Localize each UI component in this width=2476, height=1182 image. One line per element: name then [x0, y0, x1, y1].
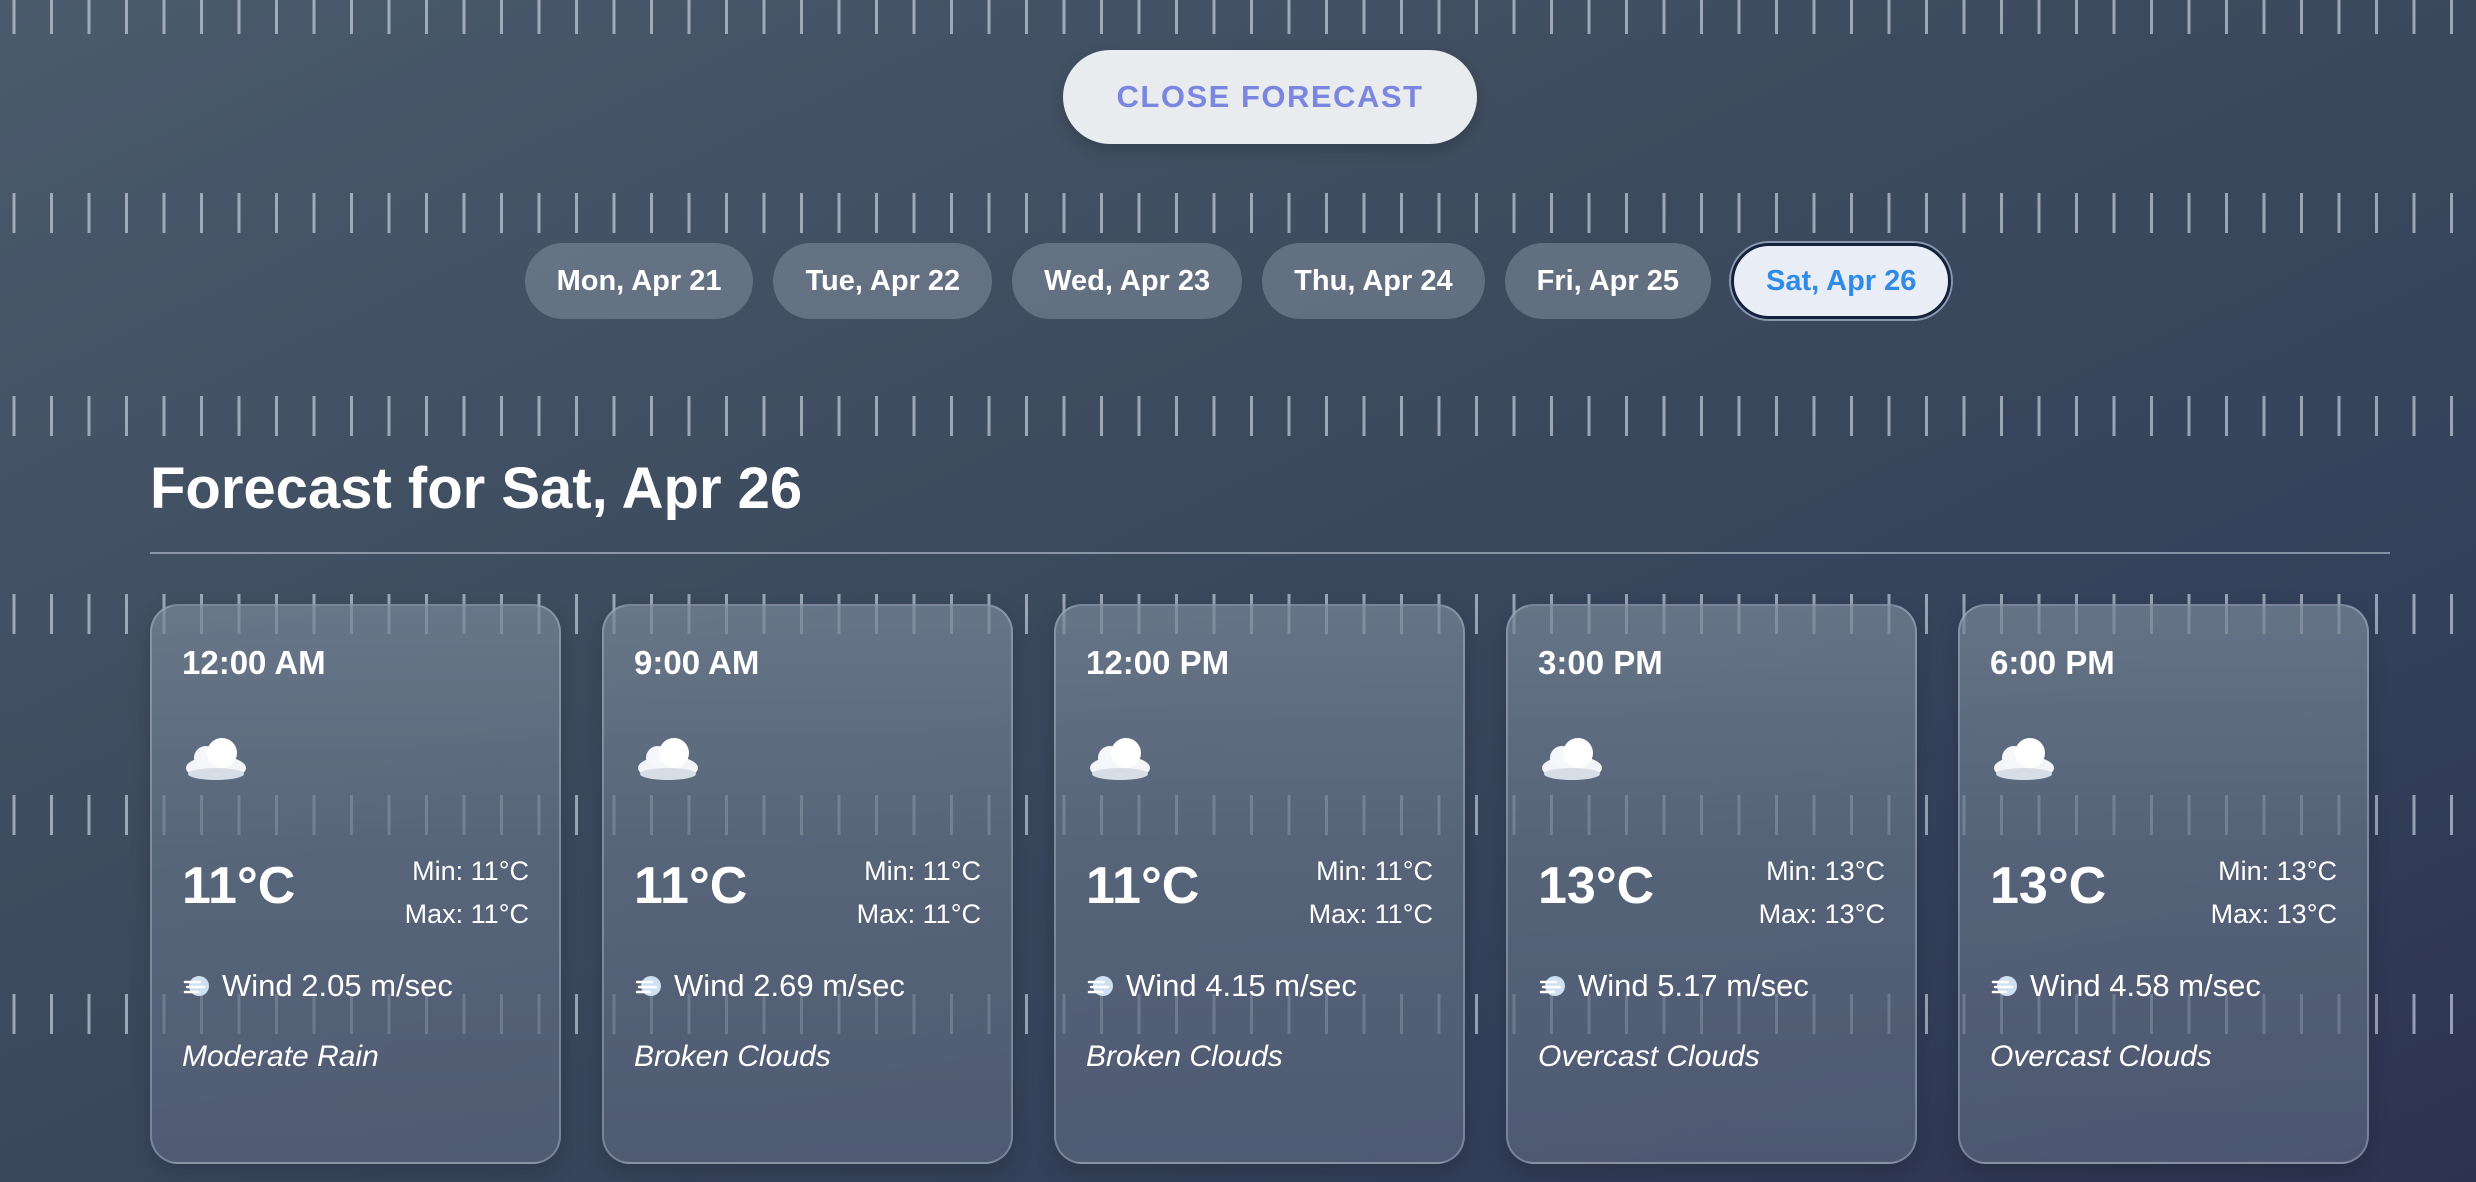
wind-icon	[1087, 976, 1113, 996]
forecast-description: Broken Clouds	[1086, 1040, 1283, 1073]
forecast-wind: Wind 2.69 m/sec	[634, 968, 905, 1004]
close-forecast-button[interactable]: CLOSE FORECAST	[1063, 50, 1477, 144]
wind-icon	[183, 976, 209, 996]
forecast-min-max: Min: 11°C Max: 11°C	[857, 850, 981, 936]
forecast-card: 12:00 PM 11°C Min: 11°C Max: 11°C Wind 4…	[1054, 604, 1465, 1164]
forecast-description: Broken Clouds	[634, 1040, 831, 1073]
forecast-time: 9:00 AM	[634, 644, 760, 681]
forecast-description: Overcast Clouds	[1538, 1040, 1760, 1073]
forecast-time: 12:00 PM	[1086, 644, 1230, 681]
forecast-temperature: 11°C	[182, 857, 296, 915]
forecast-min: Min: 13°C	[2218, 856, 2337, 886]
forecast-wind-text: Wind 2.69 m/sec	[674, 968, 905, 1003]
forecast-temperature: 11°C	[1086, 857, 1200, 915]
forecast-wind-text: Wind 5.17 m/sec	[1578, 968, 1809, 1003]
forecast-max: Max: 13°C	[2210, 899, 2337, 929]
forecast-min-max: Min: 11°C Max: 11°C	[405, 850, 529, 936]
forecast-wind: Wind 4.15 m/sec	[1086, 968, 1357, 1004]
cloud-icon	[638, 738, 698, 780]
forecast-max: Max: 11°C	[1308, 899, 1433, 929]
forecast-wind: Wind 5.17 m/sec	[1538, 968, 1809, 1004]
forecast-card: 12:00 AM 11°C Min: 11°C Max: 11°C Wind 2…	[150, 604, 561, 1164]
forecast-wind-text: Wind 2.05 m/sec	[222, 968, 453, 1003]
forecast-min: Min: 13°C	[1766, 856, 1885, 886]
day-tab-sat-apr-26[interactable]: Sat, Apr 26	[1730, 243, 1952, 319]
forecast-temperature: 13°C	[1538, 857, 1655, 915]
day-tab-mon-apr-21[interactable]: Mon, Apr 21	[524, 243, 754, 319]
forecast-min: Min: 11°C	[1316, 856, 1433, 886]
cloud-icon	[1090, 738, 1150, 780]
forecast-card: 3:00 PM 13°C Min: 13°C Max: 13°C Wind 5.…	[1506, 604, 1917, 1164]
forecast-wind-text: Wind 4.58 m/sec	[2030, 968, 2261, 1003]
forecast-time: 3:00 PM	[1538, 644, 1663, 681]
forecast-title: Forecast for Sat, Apr 26	[150, 456, 803, 521]
cloud-icon	[186, 738, 246, 780]
forecast-wind: Wind 4.58 m/sec	[1990, 968, 2261, 1004]
day-tabs: Mon, Apr 21 Tue, Apr 22 Wed, Apr 23 Thu,…	[0, 242, 2476, 320]
forecast-min: Min: 11°C	[864, 856, 981, 886]
forecast-max: Max: 11°C	[404, 899, 529, 929]
forecast-max: Max: 13°C	[1758, 899, 1885, 929]
forecast-temperature: 11°C	[634, 857, 748, 915]
day-tab-thu-apr-24[interactable]: Thu, Apr 24	[1262, 243, 1485, 319]
day-tab-tue-apr-22[interactable]: Tue, Apr 22	[773, 243, 993, 319]
forecast-min: Min: 11°C	[412, 856, 529, 886]
forecast-card: 6:00 PM 13°C Min: 13°C Max: 13°C Wind 4.…	[1958, 604, 2369, 1164]
wind-icon	[1539, 976, 1565, 996]
day-tab-wed-apr-23[interactable]: Wed, Apr 23	[1012, 243, 1243, 319]
forecast-min-max: Min: 11°C Max: 11°C	[1309, 850, 1433, 936]
forecast-max: Max: 11°C	[856, 899, 981, 929]
forecast-time: 12:00 AM	[182, 644, 326, 681]
title-divider	[150, 552, 2390, 554]
forecast-card: 9:00 AM 11°C Min: 11°C Max: 11°C Wind 2.…	[602, 604, 1013, 1164]
forecast-cards: 12:00 AM 11°C Min: 11°C Max: 11°C Wind 2…	[150, 604, 2369, 1164]
cloud-icon	[1542, 738, 1602, 780]
forecast-wind: Wind 2.05 m/sec	[182, 968, 453, 1004]
forecast-temperature: 13°C	[1990, 857, 2107, 915]
wind-icon	[635, 976, 661, 996]
forecast-wind-text: Wind 4.15 m/sec	[1126, 968, 1357, 1003]
forecast-time: 6:00 PM	[1990, 644, 2115, 681]
forecast-min-max: Min: 13°C Max: 13°C	[1759, 850, 1885, 936]
forecast-min-max: Min: 13°C Max: 13°C	[2211, 850, 2337, 936]
wind-icon	[1991, 976, 2017, 996]
forecast-description: Overcast Clouds	[1990, 1040, 2212, 1073]
forecast-description: Moderate Rain	[182, 1040, 379, 1073]
cloud-icon	[1994, 738, 2054, 780]
day-tab-fri-apr-25[interactable]: Fri, Apr 25	[1504, 243, 1711, 319]
